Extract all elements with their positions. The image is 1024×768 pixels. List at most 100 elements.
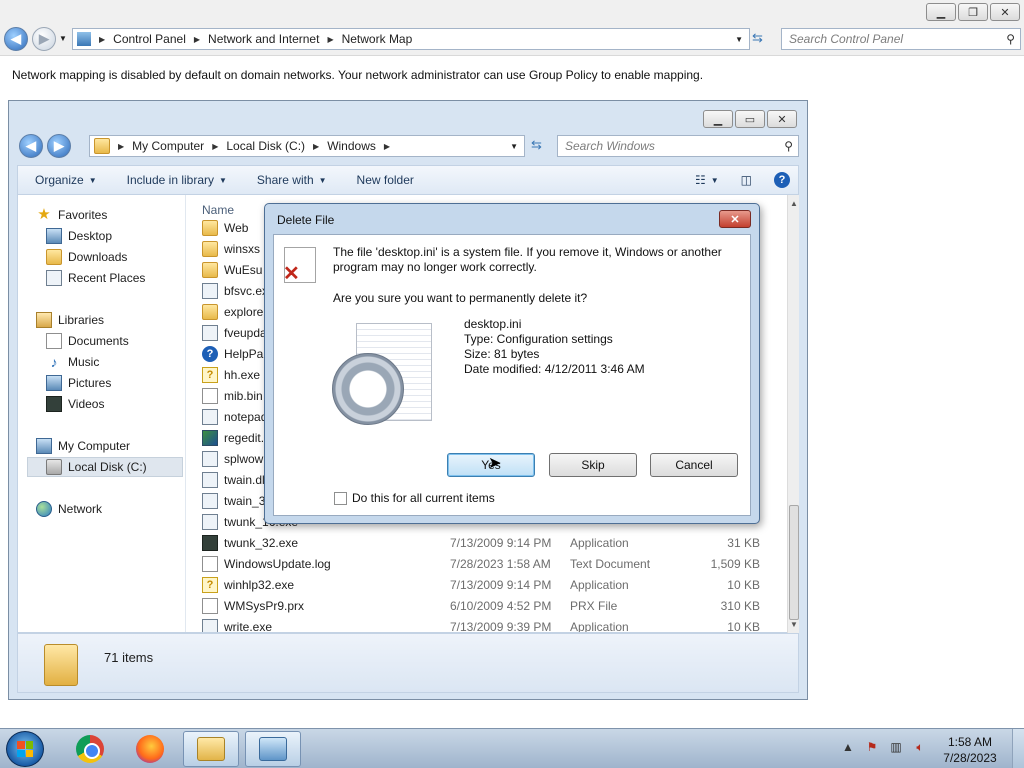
organize-label: Organize	[35, 173, 84, 187]
breadcrumb-network-map[interactable]: Network Map	[342, 32, 413, 46]
file-date: 7/13/2009 9:39 PM	[450, 620, 552, 632]
new-folder-button[interactable]: New folder	[357, 173, 414, 187]
taskbar-firefox[interactable]	[122, 731, 178, 767]
breadcrumb-my-computer[interactable]: My Computer	[132, 139, 204, 153]
preview-pane-button[interactable]: ◫	[741, 173, 752, 187]
share-with-button[interactable]: Share with ▼	[257, 173, 327, 187]
include-in-library-button[interactable]: Include in library ▼	[127, 173, 227, 187]
nav-local-disk[interactable]: Local Disk (C:)	[27, 457, 183, 477]
explorer-refresh-button[interactable]: ⇆	[531, 137, 542, 153]
column-header-name[interactable]: Name	[202, 203, 234, 217]
application-icon	[202, 325, 218, 341]
organize-button[interactable]: Organize ▼	[35, 173, 97, 187]
help-button[interactable]: ?	[774, 172, 790, 188]
nav-favorites[interactable]: ★ Favorites	[36, 205, 107, 225]
breadcrumb-network-and-internet[interactable]: Network and Internet	[208, 32, 319, 46]
application-icon	[202, 283, 218, 299]
volume-muted-icon[interactable]: 🔈︎	[912, 739, 928, 755]
application-icon	[202, 619, 218, 632]
nav-recent-places[interactable]: Recent Places	[46, 268, 145, 288]
refresh-button[interactable]: ⇆	[752, 30, 763, 46]
chrome-icon	[76, 735, 104, 763]
explorer-forward-button[interactable]: ▶	[47, 134, 71, 158]
file-row[interactable]: WindowsUpdate.log 7/28/2023 1:58 AM Text D…	[202, 554, 782, 574]
nav-libraries[interactable]: Libraries	[36, 310, 104, 330]
nav-videos[interactable]: Videos	[46, 394, 104, 414]
nav-desktop[interactable]: Desktop	[46, 226, 112, 246]
file-row[interactable]: twunk_32.exe 7/13/2009 9:14 PM Application…	[202, 533, 782, 553]
registry-icon	[202, 430, 218, 446]
config-file-icon	[332, 323, 436, 433]
explorer-search-input[interactable]: Search Windows ⚲	[557, 135, 799, 157]
nav-music[interactable]: ♪ Music	[46, 352, 100, 372]
explorer-close-button[interactable]: ✕	[767, 110, 797, 128]
file-date-modified-text: Date modified: 4/12/2011 3:46 AM	[464, 362, 645, 376]
file-list-scrollbar[interactable]: ▲ ▼	[787, 195, 799, 633]
help-file-icon: ?	[202, 367, 218, 383]
network-tray-icon[interactable]: ▥	[888, 739, 904, 755]
skip-button[interactable]: Skip	[549, 453, 637, 477]
show-desktop-button[interactable]	[1012, 729, 1024, 768]
nav-pictures[interactable]: Pictures	[46, 373, 111, 393]
apply-to-all-checkbox[interactable]	[334, 491, 347, 505]
file-row[interactable]: WMSysPr9.prx 6/10/2009 4:52 PM PRX File 310…	[202, 596, 782, 616]
search-placeholder: Search Control Panel	[789, 32, 904, 46]
explorer-back-button[interactable]: ◀	[19, 134, 43, 158]
nav-network[interactable]: Network	[36, 499, 102, 519]
preview-pane-icon: ◫	[740, 173, 752, 187]
gear-icon	[332, 353, 404, 425]
taskbar-explorer[interactable]	[183, 731, 239, 767]
file-name: Web	[224, 221, 249, 235]
action-center-icon[interactable]: ⚑	[864, 739, 880, 755]
address-dropdown-icon[interactable]: ▼	[510, 142, 518, 151]
control-panel-address-bar[interactable]: ▶ Control Panel ▶ Network and Internet ▶…	[72, 28, 750, 50]
application-icon	[202, 409, 218, 425]
breadcrumb-separator-icon: ▶	[313, 141, 320, 151]
scroll-up-icon[interactable]: ▲	[790, 199, 798, 208]
application-icon	[202, 514, 218, 530]
file-row[interactable]: ? winhlp32.exe 7/13/2009 9:14 PM Applicatio…	[202, 575, 782, 595]
taskbar-control-panel[interactable]	[245, 731, 301, 767]
explorer-address-bar[interactable]: ▶ My Computer ▶ Local Disk (C:) ▶ Window…	[89, 135, 525, 157]
control-panel-icon	[77, 32, 91, 46]
search-icon[interactable]: ⚲	[784, 139, 793, 153]
breadcrumb-control-panel[interactable]: Control Panel	[113, 32, 186, 46]
explorer-maximize-button[interactable]: ▭	[735, 110, 765, 128]
nav-downloads[interactable]: Downloads	[46, 247, 127, 267]
cancel-button[interactable]: Cancel	[650, 453, 738, 477]
close-button[interactable]: ✕	[990, 3, 1020, 21]
breadcrumb-local-disk[interactable]: Local Disk (C:)	[226, 139, 305, 153]
nav-my-computer-label: My Computer	[58, 439, 131, 453]
clock[interactable]: 1:58 AM 7/28/2023	[940, 734, 1000, 766]
show-hidden-icons-button[interactable]: ▲	[840, 739, 856, 755]
nav-downloads-label: Downloads	[68, 250, 128, 264]
breadcrumb-windows[interactable]: Windows	[327, 139, 376, 153]
close-icon: ✕	[730, 213, 740, 226]
nav-my-computer[interactable]: My Computer	[36, 436, 130, 456]
forward-button[interactable]: ▶	[32, 27, 56, 51]
dialog-close-button[interactable]: ✕	[719, 210, 751, 228]
views-button[interactable]: ☷ ▼	[695, 173, 719, 187]
start-button[interactable]	[6, 731, 44, 767]
apply-to-all-checkbox-row[interactable]: Do this for all current items	[334, 491, 495, 505]
minimize-button[interactable]: ▁	[926, 3, 956, 21]
scroll-down-icon[interactable]: ▼	[790, 620, 798, 629]
chevron-down-icon: ▼	[219, 175, 227, 185]
address-dropdown-icon[interactable]: ▼	[735, 35, 743, 44]
delete-file-icon: ✕	[283, 247, 316, 284]
recent-pages-dropdown[interactable]: ▼	[59, 34, 67, 43]
music-icon: ♪	[50, 354, 58, 370]
file-name-cell: WMSysPr9.prx	[202, 598, 450, 614]
nav-documents[interactable]: Documents	[46, 331, 129, 351]
scrollbar-thumb[interactable]	[789, 505, 799, 620]
back-button[interactable]: ◀	[4, 27, 28, 51]
control-panel-search-input[interactable]: Search Control Panel ⚲	[781, 28, 1021, 50]
search-icon[interactable]: ⚲	[1006, 32, 1015, 46]
taskbar-chrome[interactable]	[62, 731, 118, 767]
restore-button[interactable]: ❐	[958, 3, 988, 21]
nav-local-disk-label: Local Disk (C:)	[68, 460, 147, 474]
explorer-minimize-button[interactable]: ▁	[703, 110, 733, 128]
network-map-message: Network mapping is disabled by default o…	[12, 68, 704, 82]
file-row[interactable]: write.exe 7/13/2009 9:39 PM Application 10 …	[202, 617, 782, 632]
back-arrow-icon: ◀	[26, 138, 36, 153]
